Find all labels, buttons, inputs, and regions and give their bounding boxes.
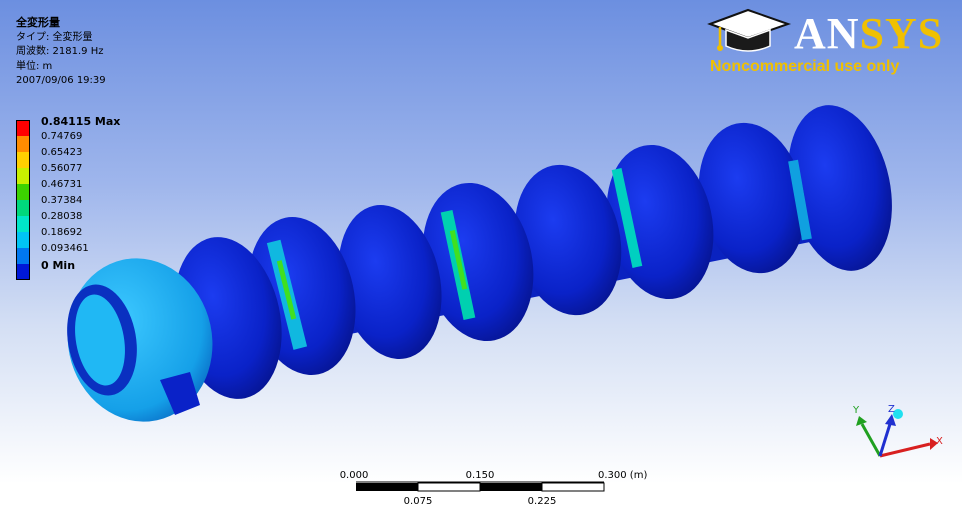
scale-label-top: 0.150 [466, 470, 495, 481]
scale-bar-segment [541, 482, 605, 492]
scale-bar: 0.000 0.150 0.300 (m) 0.075 0.225 [340, 470, 647, 507]
z-axis-arrow [878, 423, 892, 457]
scale-bar-segment [417, 482, 481, 492]
scale-label-bottom: 0.075 [404, 496, 433, 507]
axis-triad[interactable]: X Y Z [840, 398, 950, 468]
z-axis-label: Z [888, 404, 895, 415]
x-axis-label: X [936, 436, 943, 447]
scale-label-top: 0.300 (m) [598, 470, 647, 481]
scale-label-top: 0.000 [340, 470, 368, 481]
y-axis-arrow [860, 423, 882, 457]
x-axis-arrow [879, 442, 931, 458]
scale-bar-segment [356, 483, 418, 491]
deformed-model-view[interactable] [0, 0, 962, 526]
scale-bar-segment [480, 483, 542, 491]
scale-label-bottom: 0.225 [528, 496, 557, 507]
y-axis-label: Y [852, 405, 860, 416]
